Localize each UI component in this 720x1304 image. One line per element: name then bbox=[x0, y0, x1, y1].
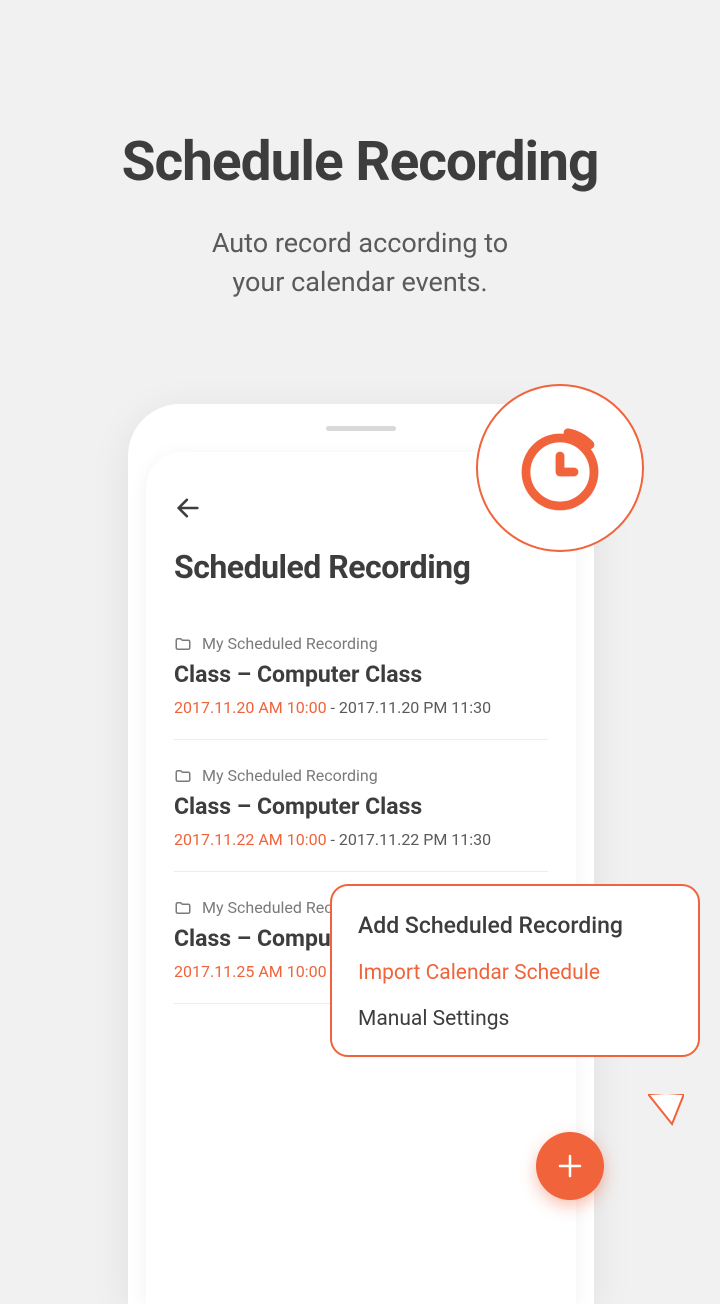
time-separator: - bbox=[331, 698, 339, 717]
back-button[interactable] bbox=[174, 494, 202, 522]
clock-badge bbox=[476, 384, 644, 552]
schedule-item[interactable]: My Scheduled Recording Class – Computer … bbox=[174, 634, 548, 740]
item-folder-row: My Scheduled Recording bbox=[174, 766, 548, 785]
item-folder-label: My Scheduled Recording bbox=[202, 634, 378, 653]
screen-title: Scheduled Recording bbox=[174, 548, 548, 586]
time-separator: - bbox=[331, 830, 339, 849]
item-start-time: 2017.11.25 AM 10:00 bbox=[174, 962, 327, 981]
item-title: Class – Computer Class bbox=[174, 661, 548, 688]
folder-icon bbox=[174, 635, 192, 653]
item-end-time: 2017.11.20 PM 11:30 bbox=[339, 698, 491, 717]
add-fab[interactable] bbox=[536, 1132, 604, 1200]
popover-manual-settings[interactable]: Manual Settings bbox=[358, 1007, 672, 1031]
arrow-left-icon bbox=[174, 494, 202, 522]
phone-notch bbox=[326, 426, 396, 431]
plus-icon bbox=[555, 1151, 585, 1181]
item-time: 2017.11.22 AM 10:00 - 2017.11.22 PM 11:3… bbox=[174, 830, 548, 849]
item-end-time: 2017.11.22 PM 11:30 bbox=[339, 830, 491, 849]
item-start-time: 2017.11.22 AM 10:00 bbox=[174, 830, 327, 849]
item-folder-row: My Scheduled Recording bbox=[174, 634, 548, 653]
folder-icon bbox=[174, 899, 192, 917]
phone-screen: Scheduled Recording My Scheduled Recordi… bbox=[146, 452, 576, 1304]
item-time: 2017.11.20 AM 10:00 - 2017.11.20 PM 11:3… bbox=[174, 698, 548, 717]
popover-import-calendar[interactable]: Import Calendar Schedule bbox=[358, 961, 672, 985]
hero-section: Schedule Recording Auto record according… bbox=[0, 0, 720, 302]
hero-title: Schedule Recording bbox=[0, 130, 720, 194]
add-popover: Add Scheduled Recording Import Calendar … bbox=[330, 884, 700, 1057]
clock-icon bbox=[512, 420, 608, 516]
popover-title: Add Scheduled Recording bbox=[358, 912, 672, 939]
item-start-time: 2017.11.20 AM 10:00 bbox=[174, 698, 327, 717]
item-title: Class – Computer Class bbox=[174, 793, 548, 820]
folder-icon bbox=[174, 767, 192, 785]
hero-subtitle: Auto record according to your calendar e… bbox=[0, 224, 720, 302]
schedule-item[interactable]: My Scheduled Recording Class – Computer … bbox=[174, 766, 548, 872]
item-folder-label: My Scheduled Recording bbox=[202, 766, 378, 785]
